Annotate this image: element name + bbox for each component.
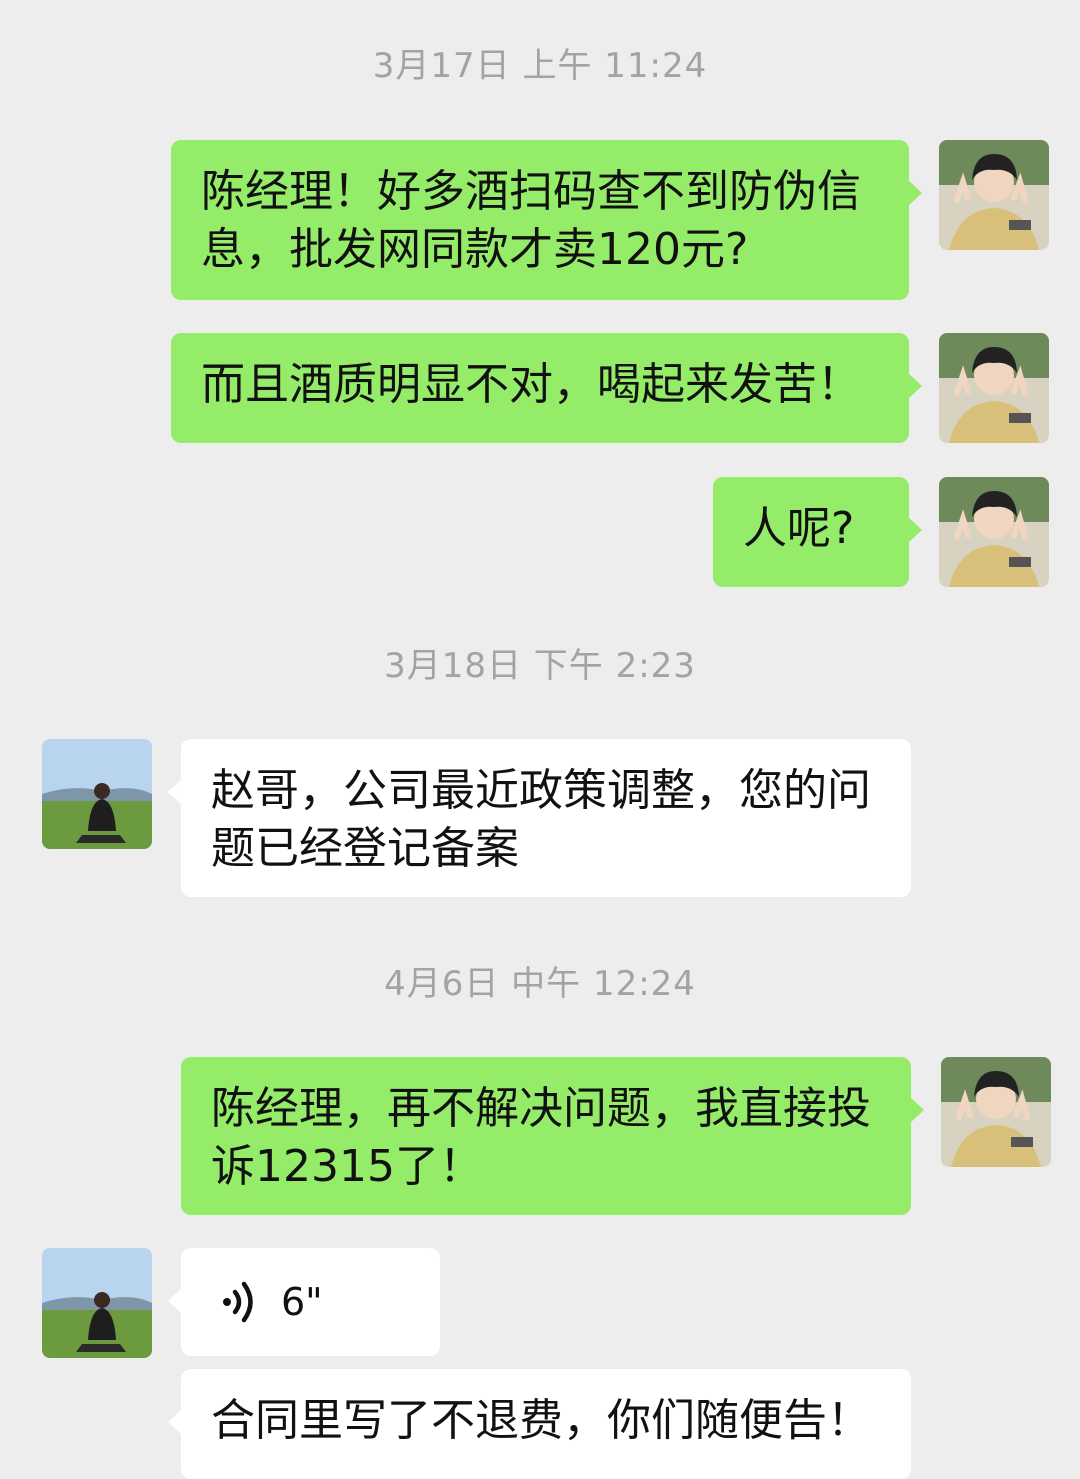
voice-message-bubble[interactable]: 6" (168, 1248, 440, 1356)
avatar-self-image (939, 333, 1049, 443)
avatar-self-image (939, 140, 1049, 250)
avatar-self[interactable] (939, 333, 1049, 443)
timestamp: 4月6日 中午 12:24 (384, 964, 696, 1004)
avatar-contact-image (42, 739, 152, 849)
timestamp: 3月17日 上午 11:24 (372, 46, 708, 86)
message-bubble-sent[interactable]: 陈经理！好多酒扫码查不到防伪信息，批发网同款才卖120元? (171, 140, 922, 300)
avatar-self-image (941, 1057, 1051, 1167)
voice-duration: 6" (281, 1280, 323, 1324)
avatar-contact[interactable] (42, 739, 152, 849)
message-bubble-sent[interactable]: 人呢? (713, 477, 922, 587)
avatar-self[interactable] (941, 1057, 1051, 1167)
avatar-self[interactable] (939, 477, 1049, 587)
message-bubble-received[interactable]: 合同里写了不退费，你们随便告！ (168, 1369, 911, 1479)
avatar-contact-image (42, 1248, 152, 1358)
voice-wave-icon (223, 1281, 253, 1323)
timestamp: 3月18日 下午 2:23 (384, 646, 696, 686)
message-bubble-received[interactable]: 赵哥，公司最近政策调整，您的问题已经登记备案 (168, 739, 911, 897)
avatar-self-image (939, 477, 1049, 587)
message-bubble-sent[interactable]: 陈经理，再不解决问题，我直接投诉12315了！ (181, 1057, 924, 1215)
avatar-contact[interactable] (42, 1248, 152, 1358)
avatar-self[interactable] (939, 140, 1049, 250)
message-bubble-sent[interactable]: 而且酒质明显不对，喝起来发苦！ (171, 333, 922, 443)
